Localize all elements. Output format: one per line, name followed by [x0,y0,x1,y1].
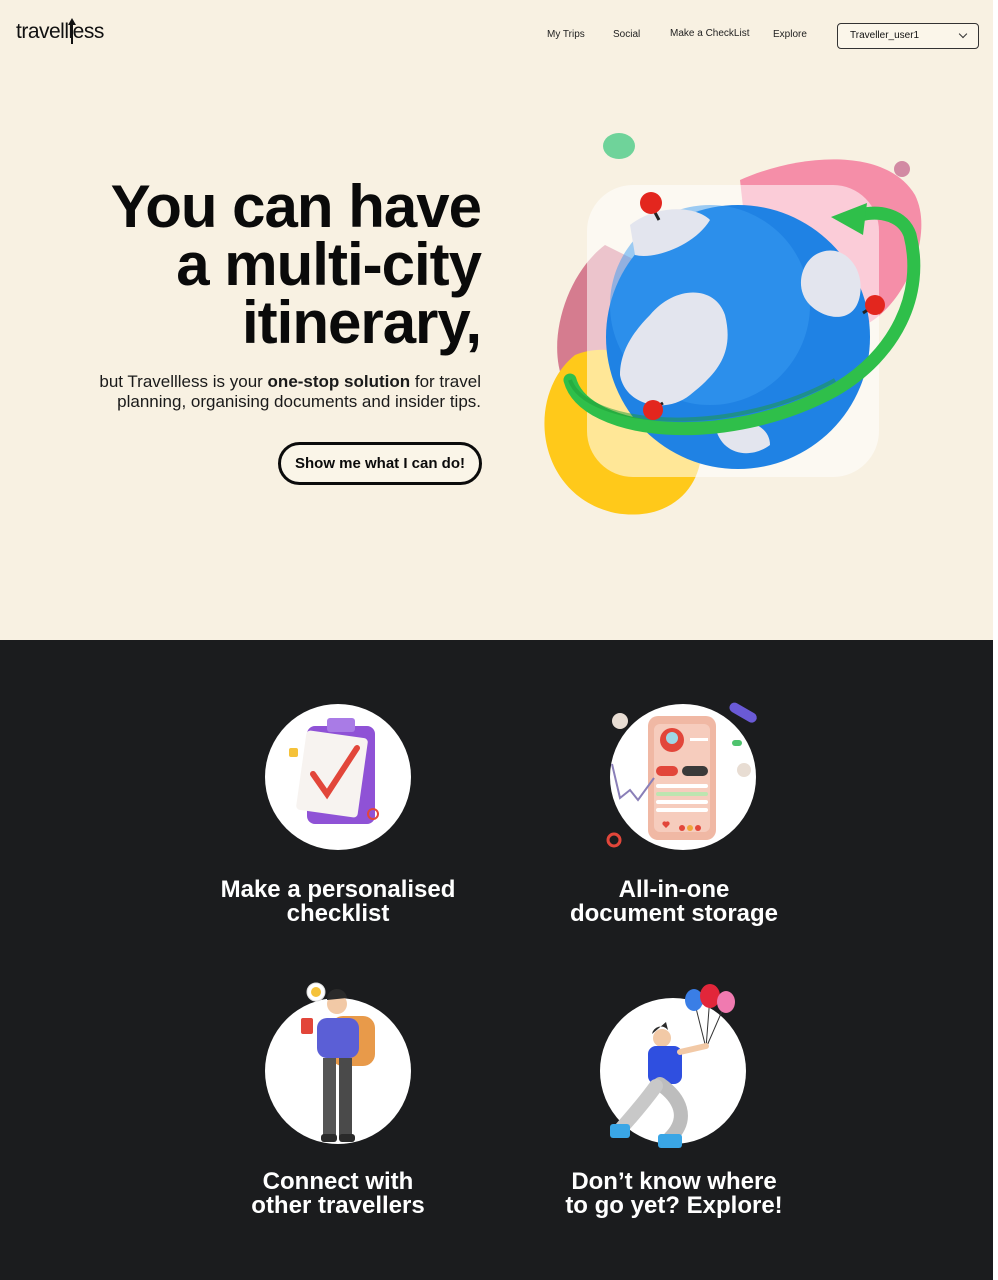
user-account-select[interactable]: Traveller_user1 [837,23,979,49]
chevron-down-icon [958,29,968,39]
feature-social-line-2: other travellers [251,1192,425,1219]
nav-make-a-checklist[interactable]: Make a CheckList [670,28,749,39]
logo[interactable]: travellless [16,20,104,44]
feature-social-title: Connect with other travellers [210,1170,466,1218]
page-edge-strip [993,0,998,1280]
green-dot-decor [603,133,635,159]
feature-checklist-line-1: Make a personalised [220,876,456,903]
feature-social-line-1: Connect with [262,1168,414,1195]
feature-explore-line-2: to go yet? Explore! [565,1192,783,1219]
feature-explore-card[interactable] [600,984,746,1148]
show-me-button[interactable]: Show me what I can do! [278,442,482,485]
feature-documents-line-1: All-in-one [618,876,730,903]
map-pin-icon [640,192,662,214]
feature-explore-title: Don’t know where to go yet? Explore! [548,1170,800,1218]
pink-dot-decor [894,161,910,177]
hero-headline: You can have a multi-city itinerary, [21,173,482,356]
feature-social-card[interactable] [265,982,411,1144]
map-pin-icon [643,400,663,420]
logo-arrow-icon [68,18,76,25]
feature-explore-line-1: Don’t know where [571,1168,777,1195]
logo-plane-icon [71,24,73,44]
nav-explore[interactable]: Explore [773,29,807,40]
headline-line-2: a multi-city [176,231,482,298]
checklist-clipboard-icon [289,718,379,824]
feature-documents-title: All-in-one document storage [530,878,818,926]
globe-illustration [544,133,922,515]
headline-line-3: itinerary, [242,289,482,356]
nav-social[interactable]: Social [613,29,640,40]
feature-documents-line-2: document storage [569,900,779,927]
feature-checklist-title: Make a personalised checklist [170,878,506,926]
user-select-value: Traveller_user1 [850,30,920,41]
feature-documents-card[interactable] [606,702,757,850]
map-pin-icon [865,295,885,315]
hero-section: travellless My Trips Social Make a Check… [0,0,993,640]
feature-checklist-card[interactable] [265,704,411,850]
traveller-person-icon [301,982,375,1142]
nav-my-trips[interactable]: My Trips [547,29,585,40]
phone-documents-icon [606,702,757,848]
hero-subtitle: but Travellless is your one-stop solutio… [61,372,481,412]
balloons-person-icon [610,984,735,1148]
headline-line-1: You can have [110,173,482,240]
subtitle-text-before: but Travellless is your [99,372,268,391]
features-section: Make a personalised checklist All-in-one… [0,640,993,1280]
subtitle-emphasis: one-stop solution [267,372,411,391]
feature-checklist-line-2: checklist [286,900,390,927]
